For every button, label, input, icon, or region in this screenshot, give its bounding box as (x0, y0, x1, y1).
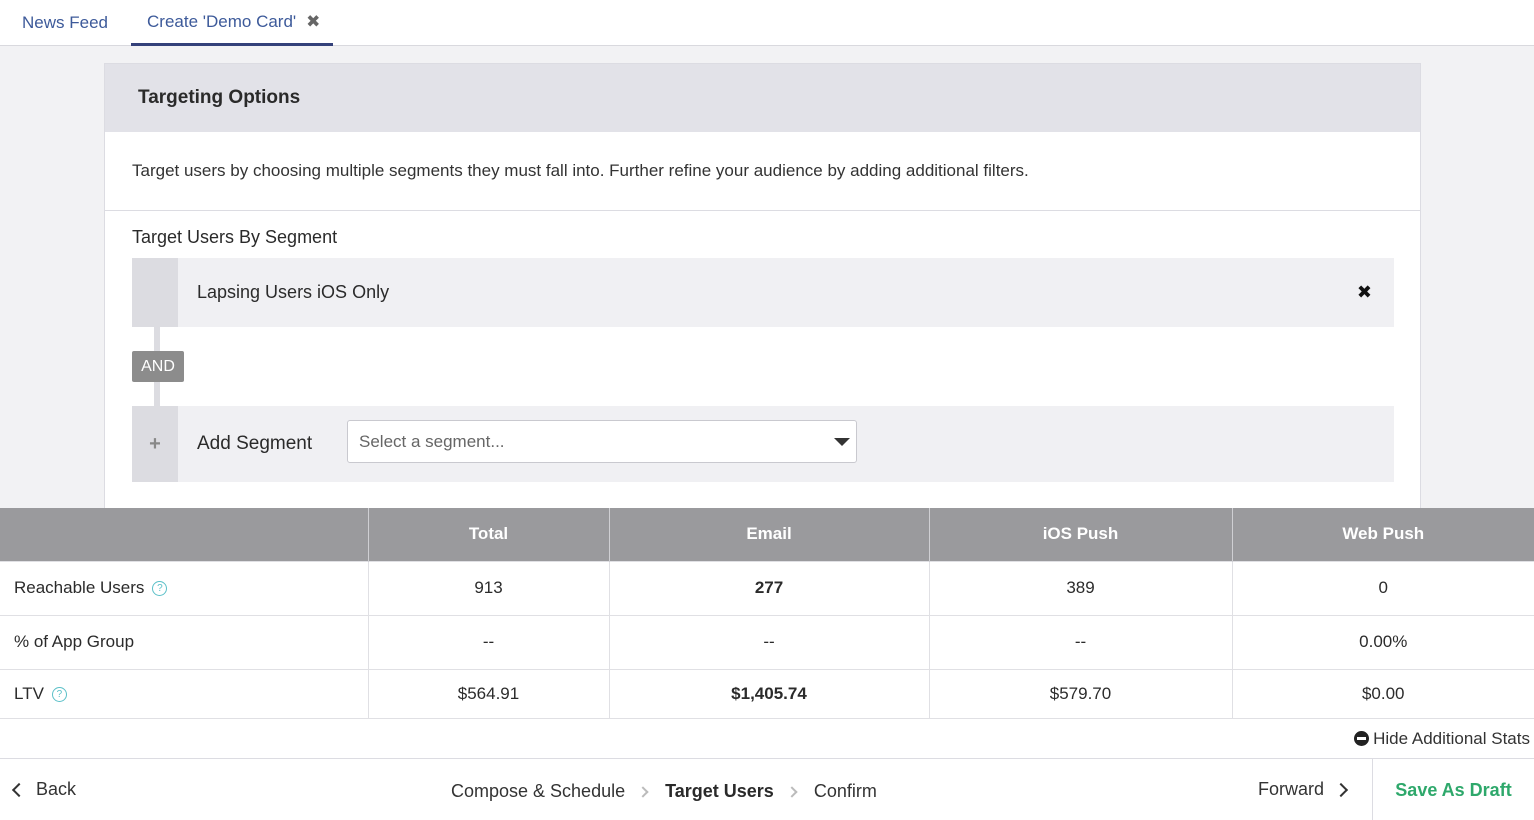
table-cell: $579.70 (929, 668, 1233, 719)
help-icon[interactable]: ? (152, 581, 168, 596)
table-cell: $564.91 (368, 668, 610, 719)
table-cell: $0.00 (1232, 668, 1534, 719)
row-label-ltv: LTV? (0, 668, 369, 719)
wizard-steps: Compose & Schedule Target Users Confirm (451, 781, 877, 802)
forward-button[interactable]: Forward (1258, 779, 1349, 800)
tab-bar: News Feed Create 'Demo Card' ✖ (0, 0, 1534, 46)
table-row: Reachable Users? 913 277 389 0 (0, 560, 1534, 615)
stats-table-container: Total Email iOS Push Web Push Reachable … (0, 508, 1534, 719)
back-label: Back (36, 779, 77, 799)
hide-additional-stats-toggle[interactable]: Hide Additional Stats (0, 718, 1534, 758)
row-label-app-group: % of App Group (0, 614, 369, 669)
tab-create-demo-card[interactable]: Create 'Demo Card' ✖ (131, 0, 333, 46)
panel-description: Target users by choosing multiple segmen… (105, 132, 1420, 211)
tab-news-feed[interactable]: News Feed (22, 0, 108, 46)
tab-create-label: Create 'Demo Card' (147, 11, 297, 31)
save-as-draft-button[interactable]: Save As Draft (1372, 759, 1534, 820)
segment-select-placeholder: Select a segment... (359, 431, 505, 451)
segment-connector (154, 382, 160, 406)
add-segment-row: + Add Segment Select a segment... (132, 406, 1394, 482)
targeting-options-panel: Targeting Options Target users by choosi… (104, 63, 1421, 509)
wizard-footer: Back Compose & Schedule Target Users Con… (0, 758, 1534, 820)
row-label-reachable-users: Reachable Users? (0, 560, 369, 615)
forward-label: Forward (1258, 779, 1325, 799)
table-row: LTV? $564.91 $1,405.74 $579.70 $0.00 (0, 668, 1534, 719)
table-cell: 913 (368, 560, 610, 615)
table-cell: 0.00% (1232, 614, 1534, 669)
chevron-right-icon (786, 785, 798, 798)
segment-gutter (132, 258, 178, 327)
minus-circle-icon (1354, 731, 1370, 746)
help-icon[interactable]: ? (51, 687, 67, 703)
back-button[interactable]: Back (11, 779, 77, 800)
chevron-right-icon (1333, 782, 1349, 797)
table-cell: -- (368, 614, 610, 669)
row-label-text: Reachable Users (14, 578, 145, 597)
row-label-text: % of App Group (14, 632, 135, 651)
add-segment-label: Add Segment (197, 433, 313, 454)
selected-segment-row: Lapsing Users iOS Only ✖ (132, 258, 1394, 327)
table-cell: $1,405.74 (609, 668, 930, 719)
segment-section-title: Target Users By Segment (132, 227, 338, 247)
stats-table: Total Email iOS Push Web Push Reachable … (0, 508, 1534, 719)
tab-news-feed-label: News Feed (22, 13, 108, 32)
step-compose-schedule[interactable]: Compose & Schedule (451, 781, 625, 802)
remove-segment-icon[interactable]: ✖ (1357, 282, 1372, 303)
and-badge: AND (132, 351, 184, 382)
step-confirm[interactable]: Confirm (814, 781, 877, 802)
column-header-ios-push: iOS Push (929, 508, 1233, 561)
caret-down-icon (834, 438, 850, 446)
chevron-left-icon (11, 782, 27, 797)
column-header-web-push: Web Push (1232, 508, 1534, 561)
table-cell: 277 (609, 560, 930, 615)
plus-icon: + (132, 406, 178, 482)
table-cell: 389 (929, 560, 1233, 615)
stats-header-row: Total Email iOS Push Web Push (0, 508, 1534, 561)
column-header-label (0, 508, 369, 561)
table-cell: -- (929, 614, 1233, 669)
segment-select[interactable]: Select a segment... (347, 420, 857, 463)
table-cell: -- (609, 614, 930, 669)
chevron-right-icon (637, 785, 649, 798)
table-row: % of App Group -- -- -- 0.00% (0, 614, 1534, 669)
selected-segment-name: Lapsing Users iOS Only (197, 282, 390, 302)
close-icon[interactable]: ✖ (306, 12, 320, 32)
table-cell: 0 (1232, 560, 1534, 615)
step-target-users[interactable]: Target Users (665, 781, 774, 802)
hide-additional-stats-label: Hide Additional Stats (1373, 728, 1530, 748)
panel-title: Targeting Options (105, 64, 1420, 132)
segment-connector (154, 327, 160, 351)
column-header-email: Email (609, 508, 930, 561)
column-header-total: Total (368, 508, 610, 561)
row-label-text: LTV (14, 684, 44, 704)
